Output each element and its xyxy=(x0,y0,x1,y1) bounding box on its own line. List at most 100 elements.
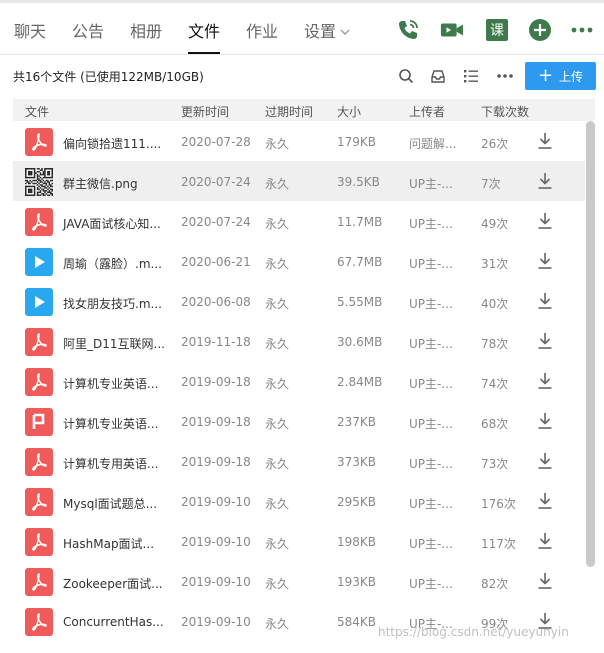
tab-files[interactable]: 文件 xyxy=(188,18,221,54)
file-size: 11.7MB xyxy=(337,215,383,229)
pdf-file-icon xyxy=(25,608,53,636)
file-name[interactable]: 计算机专业英语... xyxy=(63,375,158,392)
more-icon[interactable] xyxy=(570,18,594,42)
file-row[interactable]: 计算机专业英语... 2019-09-18 永久 237KB UP主-... 68次 xyxy=(13,401,585,441)
pdf-file-icon xyxy=(25,488,53,516)
file-downloads: 31次 xyxy=(481,257,509,271)
file-updated: 2019-09-10 xyxy=(181,615,251,629)
file-name[interactable]: 偏向锁拾遗111.... xyxy=(63,135,161,152)
file-name[interactable]: 计算机专用英语... xyxy=(63,455,158,472)
file-toolbar: 共16个文件 (已使用122MB/10GB) + 上传 xyxy=(0,55,604,97)
file-name[interactable]: JAVA面试核心知... xyxy=(63,215,161,232)
file-size: 237KB xyxy=(337,415,377,429)
file-downloads: 7次 xyxy=(481,177,501,191)
file-name[interactable]: Zookeeper面试... xyxy=(63,575,163,592)
file-row[interactable]: HashMap面试... 2019-09-10 永久 198KB UP主-... 117次 xyxy=(13,521,585,561)
file-name[interactable]: Mysql面试题总... xyxy=(63,495,157,512)
download-icon[interactable] xyxy=(537,452,553,470)
file-updated: 2020-07-28 xyxy=(181,135,251,149)
upload-label: 上传 xyxy=(559,69,584,84)
file-row[interactable]: Zookeeper面试... 2019-09-10 永久 193KB UP主-... 82… xyxy=(13,561,585,601)
plus-icon: + xyxy=(537,65,554,86)
download-icon[interactable] xyxy=(537,572,553,590)
chevron-down-icon xyxy=(340,25,350,39)
file-size: 373KB xyxy=(337,455,377,469)
column-expire[interactable]: 过期时间 xyxy=(265,103,313,120)
pdf-file-icon xyxy=(25,448,53,476)
list-view-icon[interactable] xyxy=(461,66,481,86)
file-row[interactable]: 群主微信.png 2020-07-24 永久 39.5KB UP主-... 7次 xyxy=(13,161,585,201)
column-updated[interactable]: 更新时间 xyxy=(181,103,229,120)
download-icon[interactable] xyxy=(537,292,553,310)
column-downloads[interactable]: 下载次数 xyxy=(481,103,529,120)
file-name[interactable]: 周瑜（露脸）.m... xyxy=(63,255,162,272)
tab-homework[interactable]: 作业 xyxy=(246,18,278,42)
file-expire: 永久 xyxy=(265,337,290,351)
file-updated: 2020-07-24 xyxy=(181,215,251,229)
file-row[interactable]: JAVA面试核心知... 2020-07-24 永久 11.7MB UP主-... 49次 xyxy=(13,201,585,241)
tab-chat[interactable]: 聊天 xyxy=(14,18,46,42)
file-updated: 2020-07-24 xyxy=(181,175,251,189)
file-updated: 2019-09-18 xyxy=(181,415,251,429)
file-expire: 永久 xyxy=(265,617,290,631)
download-icon[interactable] xyxy=(537,172,553,190)
tab-settings-label: 设置 xyxy=(304,22,337,41)
file-name[interactable]: ConcurrentHas... xyxy=(63,615,164,629)
file-name[interactable]: 找女朋友技巧.m... xyxy=(63,295,162,312)
tab-bar: 聊天 公告 相册 文件 作业 设置 课 xyxy=(0,4,604,55)
phone-icon[interactable] xyxy=(396,18,420,42)
file-row[interactable]: 阿里_D11互联网... 2019-11-18 永久 30.6MB UP主-... 78次 xyxy=(13,321,585,361)
download-icon[interactable] xyxy=(537,252,553,270)
column-size[interactable]: 大小 xyxy=(337,103,361,120)
file-downloads: 176次 xyxy=(481,497,516,511)
column-uploader[interactable]: 上传者 xyxy=(409,103,445,120)
file-size: 30.6MB xyxy=(337,335,383,349)
pdf-file-icon xyxy=(25,128,53,156)
file-name[interactable]: 群主微信.png xyxy=(63,175,138,192)
video-file-icon xyxy=(25,248,53,276)
add-icon[interactable] xyxy=(528,18,552,42)
column-name[interactable]: 文件 xyxy=(25,103,49,120)
inbox-icon[interactable] xyxy=(428,66,448,86)
file-expire: 永久 xyxy=(265,177,290,191)
scrollbar-thumb[interactable] xyxy=(586,121,595,567)
download-icon[interactable] xyxy=(537,332,553,350)
upload-button[interactable]: + 上传 xyxy=(525,62,596,90)
file-expire: 永久 xyxy=(265,297,290,311)
file-uploader: UP主-... xyxy=(409,457,453,471)
tab-album[interactable]: 相册 xyxy=(130,18,162,42)
tab-settings[interactable]: 设置 xyxy=(304,18,350,42)
download-icon[interactable] xyxy=(537,372,553,390)
file-uploader: UP主-... xyxy=(409,537,453,551)
download-icon[interactable] xyxy=(537,132,553,150)
file-row[interactable]: 找女朋友技巧.m... 2020-06-08 永久 5.55MB UP主-... 40次 xyxy=(13,281,585,321)
download-icon[interactable] xyxy=(537,212,553,230)
tab-announcement[interactable]: 公告 xyxy=(72,18,104,42)
file-row[interactable]: 周瑜（露脸）.m... 2020-06-21 永久 67.7MB UP主-... 31次 xyxy=(13,241,585,281)
course-icon[interactable]: 课 xyxy=(485,18,509,42)
file-size: 198KB xyxy=(337,535,377,549)
download-icon[interactable] xyxy=(537,492,553,510)
file-row[interactable]: 计算机专业英语... 2019-09-18 永久 2.84MB UP主-... 74次 xyxy=(13,361,585,401)
file-row[interactable]: 计算机专用英语... 2019-09-18 永久 373KB UP主-... 73次 xyxy=(13,441,585,481)
file-size: 5.55MB xyxy=(337,295,383,309)
video-icon[interactable] xyxy=(440,18,464,42)
file-name[interactable]: 计算机专业英语... xyxy=(63,415,158,432)
file-name[interactable]: 阿里_D11互联网... xyxy=(63,335,165,352)
file-updated: 2019-11-18 xyxy=(181,335,251,349)
file-name[interactable]: HashMap面试... xyxy=(63,535,154,552)
search-icon[interactable] xyxy=(396,66,416,86)
file-downloads: 73次 xyxy=(481,457,509,471)
file-size: 179KB xyxy=(337,135,377,149)
more-options-icon[interactable] xyxy=(495,66,515,86)
download-icon[interactable] xyxy=(537,532,553,550)
video-file-icon xyxy=(25,288,53,316)
file-uploader: UP主-... xyxy=(409,497,453,511)
download-icon[interactable] xyxy=(537,412,553,430)
file-updated: 2019-09-10 xyxy=(181,575,251,589)
file-row[interactable]: Mysql面试题总... 2019-09-10 永久 295KB UP主-... 176次 xyxy=(13,481,585,521)
qr-code-image-icon xyxy=(25,168,53,196)
file-row[interactable]: 偏向锁拾遗111.... 2020-07-28 永久 179KB 问题解... 26次 xyxy=(13,121,585,161)
file-size: 193KB xyxy=(337,575,377,589)
file-uploader: UP主-... xyxy=(409,257,453,271)
